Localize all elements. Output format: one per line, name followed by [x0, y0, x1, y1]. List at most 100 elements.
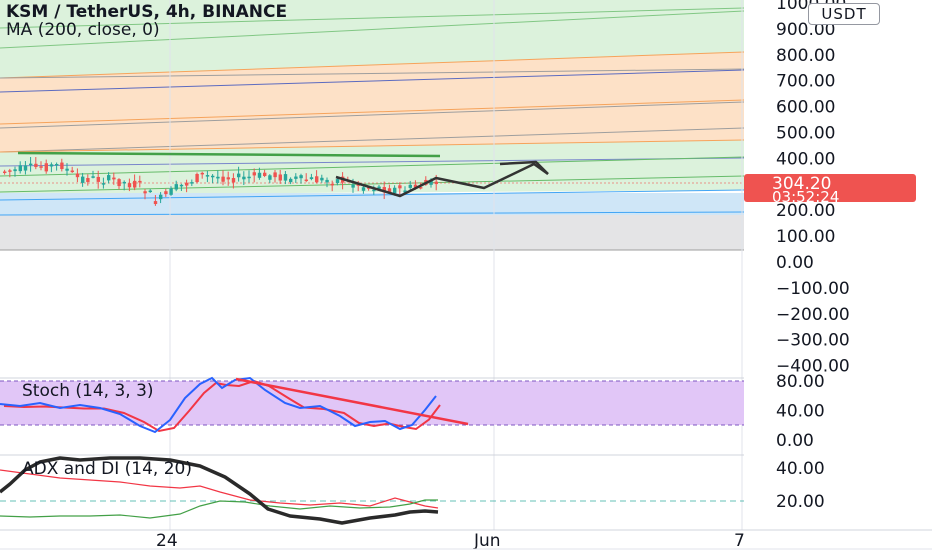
candle-body	[101, 183, 106, 185]
price-tick-label: 600.00	[776, 98, 835, 118]
candle-body	[49, 164, 54, 167]
chart-canvas[interactable]: KSM / TetherUS, 4h, BINANCE MA (200, clo…	[0, 0, 932, 550]
candle-body	[268, 175, 272, 180]
candle-body	[393, 187, 397, 194]
gray-zone	[0, 215, 744, 250]
price-tick-label: −100.00	[776, 279, 850, 299]
adx-tick-label: 40.00	[776, 459, 825, 479]
candle-body	[81, 176, 85, 183]
adx-pane[interactable]: ADX and DI (14, 20)	[0, 454, 744, 525]
price-tick-label: 700.00	[776, 72, 835, 92]
candle-body	[273, 172, 277, 178]
candle-body	[60, 162, 64, 170]
candle-body	[153, 201, 158, 205]
candle-body	[408, 184, 412, 188]
time-label-jun: Jun	[473, 531, 501, 550]
price-tick-label: 800.00	[776, 46, 835, 66]
candle-body	[112, 177, 116, 180]
candle-body	[148, 190, 152, 193]
candle-body	[164, 191, 168, 195]
candle-body	[75, 173, 80, 178]
candle-body	[315, 176, 319, 183]
candle-body	[398, 185, 402, 189]
candle-body	[70, 170, 74, 173]
candle-body	[96, 176, 100, 182]
candle-body	[117, 179, 121, 187]
candle-body	[216, 176, 220, 179]
candle-body	[335, 179, 340, 184]
candle-body	[252, 172, 256, 176]
candle-body	[294, 176, 298, 179]
candle-body	[122, 181, 126, 184]
adx-label: ADX and DI (14, 20)	[22, 459, 192, 479]
candle-body	[138, 180, 142, 183]
candle-body	[39, 166, 43, 168]
candle-body	[221, 176, 225, 182]
symbol-title: KSM / TetherUS, 4h, BINANCE	[6, 2, 287, 22]
candle-body	[195, 173, 199, 183]
blue-zone	[0, 193, 744, 215]
price-tick-label: −200.00	[776, 305, 850, 325]
candle-body	[8, 170, 12, 172]
bar-countdown: 03:52:24	[772, 188, 839, 206]
candle-body	[91, 176, 95, 178]
candle-body	[169, 188, 173, 195]
candle-body	[143, 191, 147, 194]
candle-body	[434, 181, 438, 185]
candle-body	[44, 163, 48, 172]
stoch-tick-label: 0.00	[776, 431, 814, 451]
candle-body	[330, 183, 334, 186]
candle-body	[159, 194, 163, 200]
candle-body	[65, 168, 69, 171]
candle-body	[237, 173, 241, 178]
candle-body	[304, 179, 308, 182]
candle-body	[185, 182, 189, 186]
candle-body	[13, 169, 17, 172]
candle-body	[190, 182, 194, 184]
candle-body	[211, 175, 215, 178]
time-label-7: 7	[734, 531, 745, 550]
candle-body	[325, 179, 329, 183]
candle-body	[320, 177, 324, 181]
candle-body	[179, 184, 184, 187]
candle-body	[18, 165, 22, 172]
candle-body	[309, 177, 314, 180]
candle-body	[283, 174, 288, 181]
candle-body	[242, 176, 246, 180]
price-tick-label: 0.00	[776, 253, 814, 273]
current-price-tag: 304.20 03:52:24	[744, 174, 916, 206]
candle-body	[55, 164, 59, 166]
candle-body	[257, 172, 262, 178]
candle-body	[127, 183, 132, 188]
candle-body	[205, 175, 210, 177]
candle-body	[247, 176, 251, 179]
candle-body	[226, 177, 230, 180]
candle-body	[263, 172, 267, 176]
candle-body	[351, 184, 355, 188]
candle-body	[200, 172, 204, 175]
candle-body	[278, 174, 282, 181]
ma-indicator-label: MA (200, close, 0)	[6, 20, 160, 40]
stoch-pane[interactable]: Stoch (14, 3, 3)	[0, 376, 744, 434]
stoch-tick-label: 80.00	[776, 372, 825, 392]
candle-body	[174, 184, 178, 190]
candle-body	[299, 175, 303, 179]
stoch-label: Stoch (14, 3, 3)	[22, 381, 154, 401]
price-tick-label: −300.00	[776, 331, 850, 351]
candle-body	[289, 178, 293, 183]
adx-tick-label: 20.00	[776, 492, 825, 512]
candle-body	[3, 171, 7, 174]
price-tick-label: 500.00	[776, 124, 835, 144]
candle-body	[34, 163, 38, 168]
price-pane[interactable]: KSM / TetherUS, 4h, BINANCE MA (200, clo…	[0, 0, 745, 530]
candle-body	[361, 187, 366, 191]
currency-unit-button[interactable]: USDT	[808, 3, 880, 25]
candle-body	[133, 180, 137, 188]
candle-body	[23, 165, 28, 171]
candle-body	[107, 175, 111, 181]
candle-body	[29, 163, 33, 166]
stoch-tick-label: 40.00	[776, 402, 825, 422]
price-tick-label: 100.00	[776, 227, 835, 247]
time-axis[interactable]: 24 Jun 7	[156, 531, 745, 550]
price-tick-label: 400.00	[776, 149, 835, 169]
